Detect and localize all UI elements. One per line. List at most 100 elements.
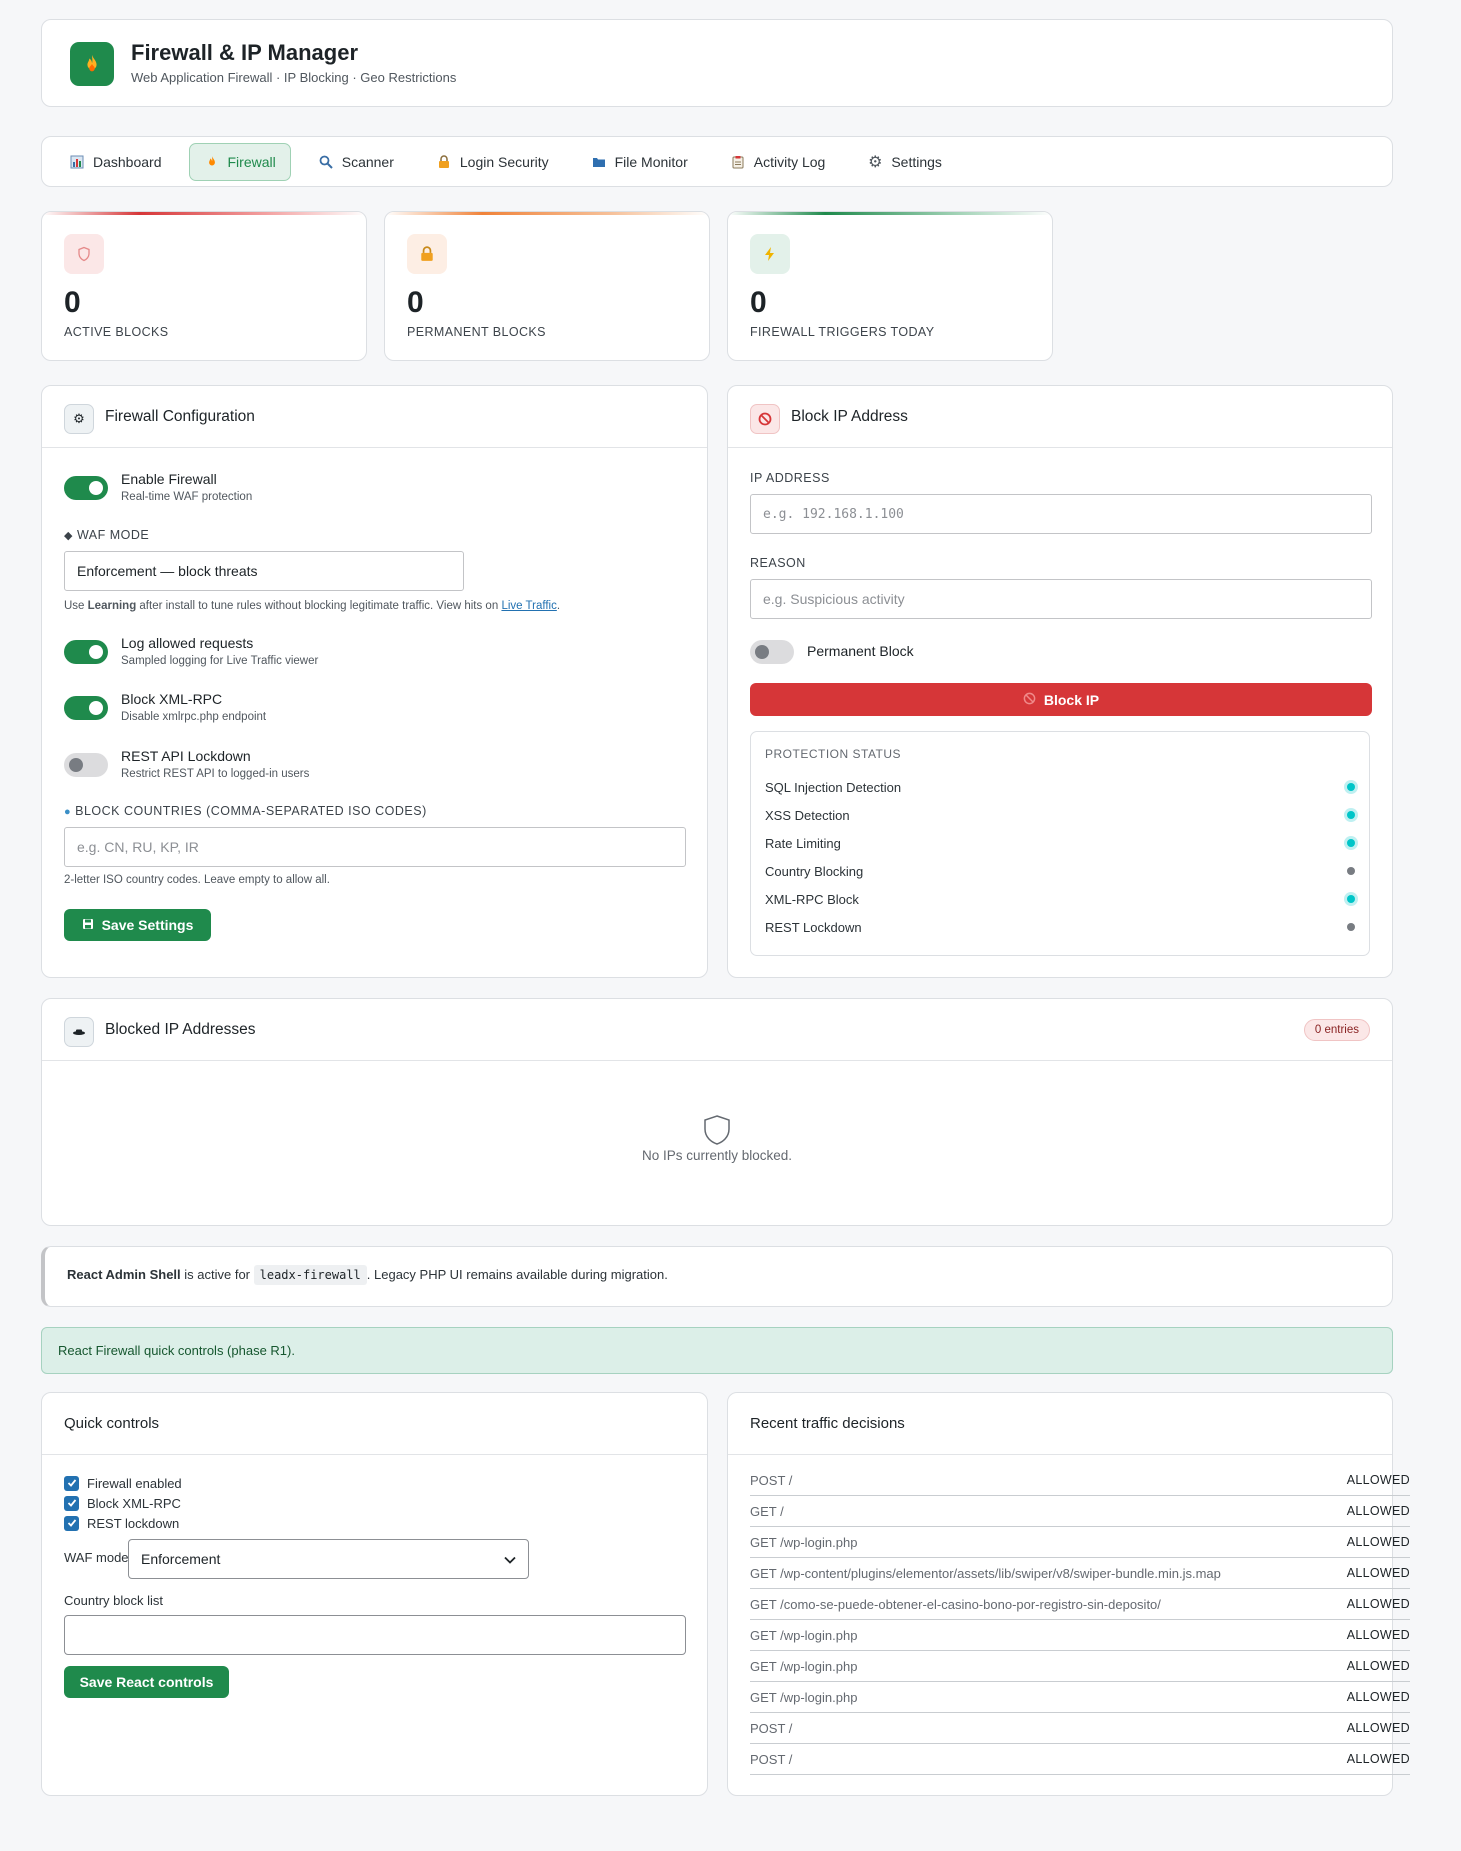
protection-status-title: PROTECTION STATUS	[765, 747, 902, 761]
live-traffic-link[interactable]: Live Traffic	[501, 600, 556, 612]
app-title: Firewall & IP Manager	[131, 40, 359, 65]
save-react-controls-button[interactable]: Save React controls	[64, 1666, 229, 1698]
tab-login-security[interactable]: Login Security	[421, 143, 564, 181]
toggle-desc: Sampled logging for Live Traffic viewer	[121, 655, 319, 667]
rest-lockdown-toggle[interactable]	[64, 753, 108, 777]
chevron-down-icon	[504, 1551, 516, 1567]
protection-row: Rate Limiting	[765, 831, 1355, 855]
tab-firewall[interactable]: Firewall	[188, 142, 291, 181]
stat-permanent-blocks: 0 PERMANENT BLOCKS	[384, 211, 710, 361]
waf-mode-dropdown[interactable]: Enforcement	[128, 1539, 529, 1579]
search-icon	[318, 154, 334, 170]
tab-label: Dashboard	[93, 153, 162, 170]
shield-icon	[42, 1114, 1392, 1146]
fire-icon	[204, 154, 220, 170]
gear-icon: ⚙	[868, 153, 883, 171]
app-header: Firewall & IP Manager Web Application Fi…	[41, 19, 1393, 107]
react-controls-notice: React Firewall quick controls (phase R1)…	[41, 1327, 1393, 1374]
mortarboard-icon: ◆	[64, 530, 73, 542]
clipboard-icon	[730, 154, 746, 170]
recent-traffic-panel: Recent traffic decisions POST / ALLOWED G…	[727, 1392, 1410, 1796]
toggle-desc: Real-time WAF protection	[121, 491, 253, 503]
gear-icon: ⚙	[64, 404, 94, 434]
block-xmlrpc-checkbox[interactable]: Block XML-RPC	[64, 1493, 182, 1513]
protection-status-box: PROTECTION STATUS SQL Injection Detectio…	[750, 731, 1370, 956]
hat-icon	[64, 1017, 94, 1047]
entries-badge: 0 entries	[1303, 1019, 1370, 1041]
shield-icon	[64, 234, 104, 274]
prohibited-icon	[1023, 692, 1036, 708]
traffic-row: GET /como-se-puede-obtener-el-casino-bon…	[750, 1589, 1410, 1620]
traffic-row: POST / ALLOWED	[750, 1713, 1410, 1744]
notice-text: React Firewall quick controls (phase R1)…	[58, 1343, 295, 1358]
toggle-title: Block XML-RPC	[121, 691, 223, 707]
tab-label: Scanner	[341, 153, 394, 170]
tab-file-monitor[interactable]: File Monitor	[576, 143, 703, 181]
tab-label: Activity Log	[753, 153, 826, 170]
empty-message: No IPs currently blocked.	[641, 1148, 793, 1163]
stat-value: 0	[750, 286, 767, 319]
check-icon	[64, 1495, 79, 1511]
react-shell-notice: React Admin Shell is active for leadx-fi…	[41, 1246, 1393, 1307]
toggle-desc: Disable xmlrpc.php endpoint	[121, 711, 267, 723]
protection-row: SQL Injection Detection	[765, 775, 1355, 799]
tab-activity-log[interactable]: Activity Log	[715, 143, 841, 181]
permanent-block-toggle[interactable]	[750, 640, 794, 664]
protection-row: XML-RPC Block	[765, 887, 1355, 911]
toggle-title: REST API Lockdown	[121, 748, 251, 764]
app-subtitle: Web Application Firewall · IP Blocking ·…	[131, 70, 457, 85]
country-block-input[interactable]	[64, 1615, 686, 1655]
chart-icon	[69, 154, 85, 170]
tab-dashboard[interactable]: Dashboard	[54, 143, 177, 181]
firewall-enabled-checkbox[interactable]: Firewall enabled	[64, 1473, 182, 1493]
country-block-label: Country block list	[64, 1593, 163, 1608]
panel-title: Quick controls	[64, 1415, 160, 1432]
block-ip-button[interactable]: Block IP	[750, 683, 1372, 716]
waf-mode-select[interactable]: Enforcement — block threats	[64, 551, 464, 591]
empty-state: No IPs currently blocked.	[42, 1114, 1392, 1163]
traffic-row: GET /wp-content/plugins/elementor/assets…	[750, 1558, 1410, 1589]
stat-value: 0	[407, 286, 424, 319]
stat-value: 0	[64, 286, 81, 319]
status-dot	[1347, 895, 1355, 903]
waf-mode-label: WAF mode	[64, 1550, 129, 1565]
block-countries-label: BLOCK COUNTRIES (COMMA-SEPARATED ISO COD…	[75, 804, 427, 818]
protection-row: REST Lockdown	[765, 915, 1355, 939]
reason-input[interactable]: e.g. Suspicious activity	[750, 579, 1372, 619]
tab-label: File Monitor	[614, 153, 688, 170]
block-ip-panel: Block IP Address IP ADDRESS e.g. 192.168…	[727, 385, 1393, 978]
permanent-block-label: Permanent Block	[807, 643, 914, 659]
toggle-title: Log allowed requests	[121, 635, 254, 651]
floppy-icon	[82, 917, 94, 933]
log-allowed-toggle[interactable]	[64, 640, 108, 664]
ip-address-input[interactable]: e.g. 192.168.1.100	[750, 494, 1372, 534]
rest-lockdown-checkbox[interactable]: REST lockdown	[64, 1513, 182, 1533]
tab-settings[interactable]: ⚙ Settings	[852, 143, 957, 181]
protection-row: Country Blocking	[765, 859, 1355, 883]
status-dot	[1347, 867, 1355, 875]
toggle-title: Enable Firewall	[121, 471, 217, 487]
reason-label: REASON	[750, 556, 806, 570]
lock-icon	[436, 154, 452, 170]
globe-icon: ●	[64, 806, 72, 818]
block-countries-input[interactable]: e.g. CN, RU, KP, IR	[64, 827, 686, 867]
status-dot	[1347, 811, 1355, 819]
block-xmlrpc-toggle[interactable]	[64, 696, 108, 720]
stat-firewall-triggers: 0 FIREWALL TRIGGERS TODAY	[727, 211, 1053, 361]
enable-firewall-toggle[interactable]	[64, 476, 108, 500]
stat-label: FIREWALL TRIGGERS TODAY	[750, 325, 935, 339]
toggle-desc: Restrict REST API to logged-in users	[121, 768, 310, 780]
traffic-row: GET /wp-login.php ALLOWED	[750, 1651, 1410, 1682]
quick-controls-panel: Quick controls Firewall enabled Block XM…	[41, 1392, 708, 1796]
save-settings-button[interactable]: Save Settings	[64, 909, 211, 941]
ip-address-label: IP ADDRESS	[750, 471, 830, 485]
check-icon	[64, 1475, 79, 1491]
tab-label: Login Security	[459, 153, 549, 170]
panel-title: Recent traffic decisions	[750, 1415, 905, 1432]
traffic-row: POST / ALLOWED	[750, 1744, 1410, 1775]
tab-label: Settings	[891, 153, 942, 170]
protection-row: XSS Detection	[765, 803, 1355, 827]
stat-label: PERMANENT BLOCKS	[407, 325, 546, 339]
tab-scanner[interactable]: Scanner	[303, 143, 409, 181]
traffic-row: GET /wp-login.php ALLOWED	[750, 1620, 1410, 1651]
